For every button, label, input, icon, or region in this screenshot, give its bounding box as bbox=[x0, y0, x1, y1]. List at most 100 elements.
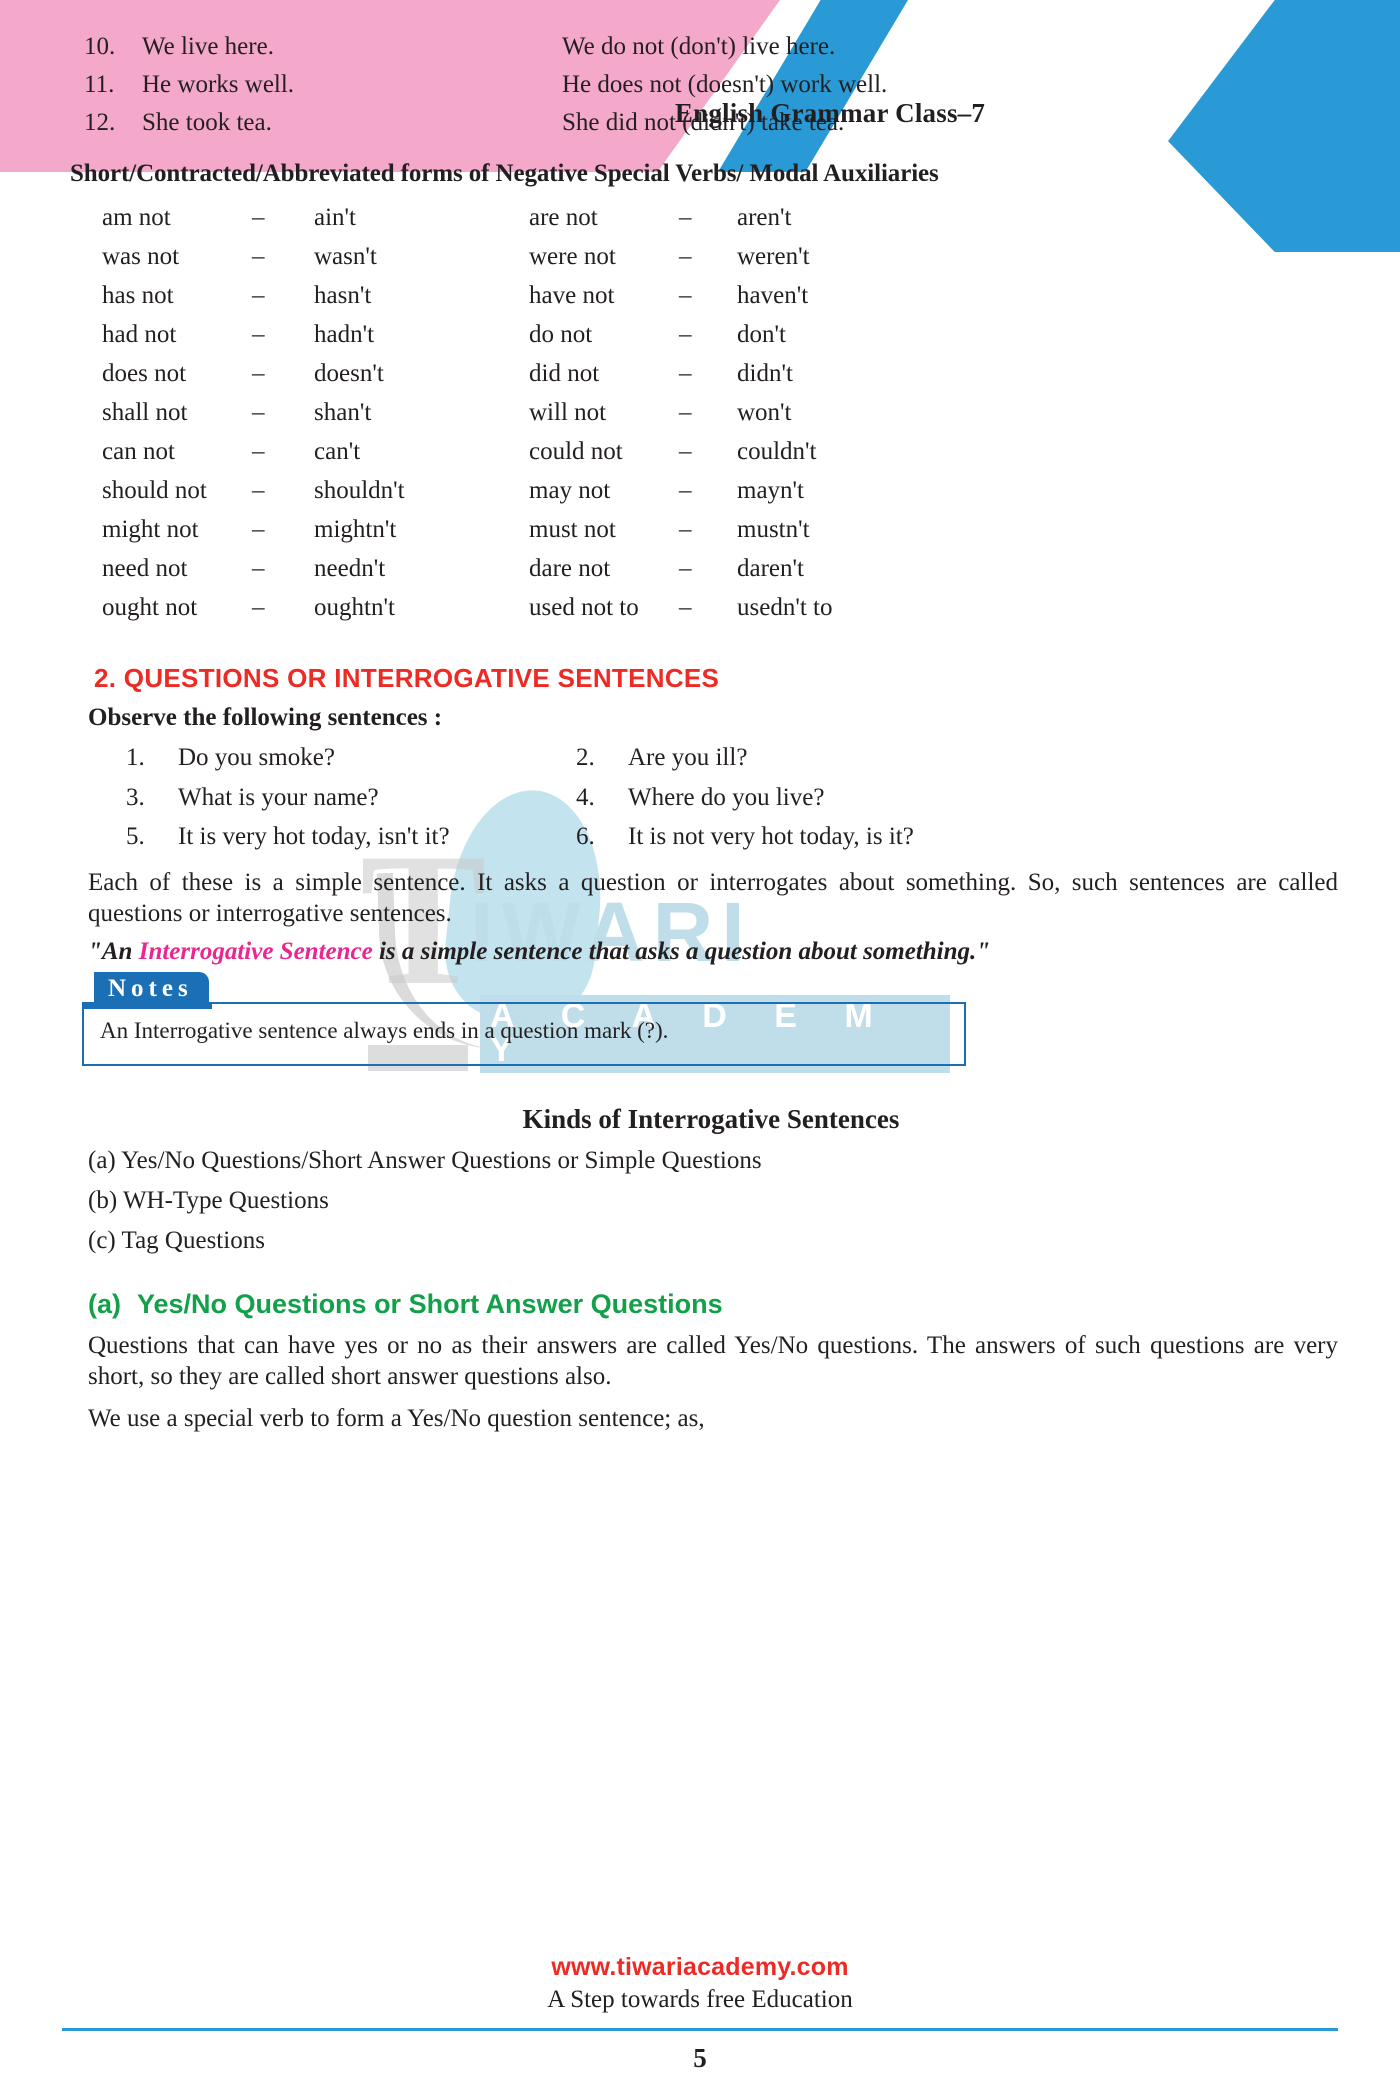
contraction-full-left: had not bbox=[102, 321, 177, 348]
contraction-dash: – bbox=[679, 438, 692, 465]
contraction-dash: – bbox=[679, 594, 692, 621]
contraction-dash: – bbox=[679, 360, 692, 387]
contraction-short-right: couldn't bbox=[737, 438, 817, 465]
table-row: had not – hadn't do not – don't bbox=[102, 315, 962, 354]
example-number: 2. bbox=[576, 744, 595, 771]
kinds-item-a: (a) Yes/No Questions/Short Answer Questi… bbox=[88, 1146, 762, 1174]
contraction-dash: – bbox=[252, 204, 265, 231]
table-row: 12. She took tea. She did not (didn't) t… bbox=[84, 104, 1338, 142]
contraction-dash: – bbox=[252, 360, 265, 387]
contraction-full-right: dare not bbox=[529, 555, 611, 582]
contraction-full-right: are not bbox=[529, 204, 598, 231]
contraction-full-left: was not bbox=[102, 243, 180, 270]
page-content: 10. We live here. We do not (don't) live… bbox=[0, 28, 1400, 1434]
sentence-positive: We live here. bbox=[142, 33, 274, 60]
interrogative-paragraph: Each of these is a simple sentence. It a… bbox=[88, 868, 1338, 928]
example-number: 3. bbox=[126, 783, 145, 811]
example-text: Are you ill? bbox=[628, 744, 748, 771]
contraction-dash: – bbox=[679, 477, 692, 504]
contraction-dash: – bbox=[679, 204, 692, 231]
contraction-full-left: might not bbox=[102, 516, 199, 543]
table-row: 5. It is very hot today, isn't it? 6. It… bbox=[126, 817, 1026, 857]
contraction-dash: – bbox=[252, 555, 265, 582]
sentence-positive: He works well. bbox=[142, 71, 295, 98]
notes-box: Notes An Interrogative sentence always e… bbox=[82, 971, 966, 1066]
sentence-number: 10. bbox=[84, 33, 116, 60]
contraction-short-left: needn't bbox=[314, 555, 386, 582]
contraction-short-right: don't bbox=[737, 321, 786, 348]
contraction-dash: – bbox=[252, 516, 265, 543]
example-number: 4. bbox=[576, 783, 595, 811]
contraction-short-right: usedn't to bbox=[737, 594, 833, 621]
table-row: 1. Do you smoke? 2. Are you ill? bbox=[126, 738, 1026, 778]
contraction-dash: – bbox=[252, 282, 265, 309]
contraction-full-left: does not bbox=[102, 360, 187, 387]
table-row: should not – shouldn't may not – mayn't bbox=[102, 471, 962, 510]
contraction-dash: – bbox=[679, 516, 692, 543]
sentence-pairs-table: 10. We live here. We do not (don't) live… bbox=[84, 28, 1338, 142]
interrogative-examples-table: 1. Do you smoke? 2. Are you ill? 3. What… bbox=[126, 738, 1026, 857]
section-2-heading: 2. QUESTIONS OR INTERROGATIVE SENTENCES bbox=[94, 663, 720, 693]
contraction-short-right: aren't bbox=[737, 204, 792, 231]
quote-highlight: Interrogative Sentence bbox=[138, 937, 373, 965]
example-number: 6. bbox=[576, 823, 595, 850]
quote-open: "An bbox=[88, 937, 139, 965]
contraction-full-right: do not bbox=[529, 321, 593, 348]
contraction-full-left: shall not bbox=[102, 399, 188, 426]
website-link[interactable]: www.tiwariacademy.com bbox=[0, 1953, 1400, 1982]
contraction-dash: – bbox=[252, 594, 265, 621]
sentence-negative: He does not (doesn't) work well. bbox=[562, 71, 888, 98]
example-number: 1. bbox=[126, 744, 145, 771]
contraction-short-right: haven't bbox=[737, 282, 809, 309]
contraction-full-right: could not bbox=[529, 438, 623, 465]
contraction-short-right: mayn't bbox=[737, 477, 804, 504]
kinds-heading: Kinds of Interrogative Sentences bbox=[522, 1103, 900, 1134]
example-text: It is not very hot today, is it? bbox=[628, 823, 914, 850]
table-row: does not – doesn't did not – didn't bbox=[102, 354, 962, 393]
yesno-heading-text: Yes/No Questions or Short Answer Questio… bbox=[137, 1288, 723, 1319]
contraction-short-right: weren't bbox=[737, 243, 810, 270]
footer-divider bbox=[62, 2028, 1338, 2031]
table-row: ought not – oughtn't used not to – usedn… bbox=[102, 588, 962, 627]
contraction-short-right: won't bbox=[737, 399, 792, 426]
example-number: 5. bbox=[126, 823, 145, 850]
example-text: What is your name? bbox=[178, 783, 379, 811]
quote-rest: is a simple sentence that asks a questio… bbox=[372, 937, 991, 965]
sentence-positive: She took tea. bbox=[142, 109, 272, 136]
contraction-full-right: used not to bbox=[529, 594, 639, 621]
contraction-full-left: ought not bbox=[102, 594, 198, 621]
contraction-dash: – bbox=[252, 243, 265, 270]
contraction-full-left: should not bbox=[102, 477, 207, 504]
contraction-short-left: hasn't bbox=[314, 282, 372, 309]
contraction-dash: – bbox=[679, 321, 692, 348]
sentence-number: 12. bbox=[84, 109, 116, 136]
contraction-full-right: may not bbox=[529, 477, 611, 504]
table-row: can not – can't could not – couldn't bbox=[102, 432, 962, 471]
table-row: am not – ain't are not – aren't bbox=[102, 198, 962, 237]
table-row: might not – mightn't must not – mustn't bbox=[102, 510, 962, 549]
contraction-full-left: am not bbox=[102, 204, 171, 231]
notes-content: An Interrogative sentence always ends in… bbox=[82, 1001, 966, 1066]
yesno-paragraph-1: Questions that can have yes or no as the… bbox=[88, 1331, 1338, 1391]
interrogative-definition-quote: "An Interrogative Sentence is a simple s… bbox=[88, 938, 1338, 966]
contractions-heading: Short/Contracted/Abbreviated forms of Ne… bbox=[70, 160, 939, 187]
contraction-dash: – bbox=[252, 477, 265, 504]
notes-tab-underline bbox=[84, 1001, 212, 1009]
contraction-short-left: shouldn't bbox=[314, 477, 405, 504]
yesno-label: (a) bbox=[88, 1288, 121, 1319]
contraction-short-right: didn't bbox=[737, 360, 793, 387]
example-text: Where do you live? bbox=[628, 783, 825, 811]
contraction-short-left: wasn't bbox=[314, 243, 377, 270]
contraction-dash: – bbox=[679, 243, 692, 270]
contraction-full-left: has not bbox=[102, 282, 174, 309]
sentence-negative: We do not (don't) live here. bbox=[562, 33, 836, 60]
example-text: Do you smoke? bbox=[178, 744, 335, 771]
contraction-dash: – bbox=[679, 555, 692, 582]
contraction-full-right: did not bbox=[529, 360, 600, 387]
table-row: 3. What is your name? 4. Where do you li… bbox=[126, 778, 1026, 818]
contraction-full-left: need not bbox=[102, 555, 188, 582]
page: English Grammar Class–7 T IWARI A C A D … bbox=[0, 0, 1400, 2100]
contraction-short-right: mustn't bbox=[737, 516, 810, 543]
contraction-dash: – bbox=[252, 438, 265, 465]
contraction-dash: – bbox=[679, 282, 692, 309]
